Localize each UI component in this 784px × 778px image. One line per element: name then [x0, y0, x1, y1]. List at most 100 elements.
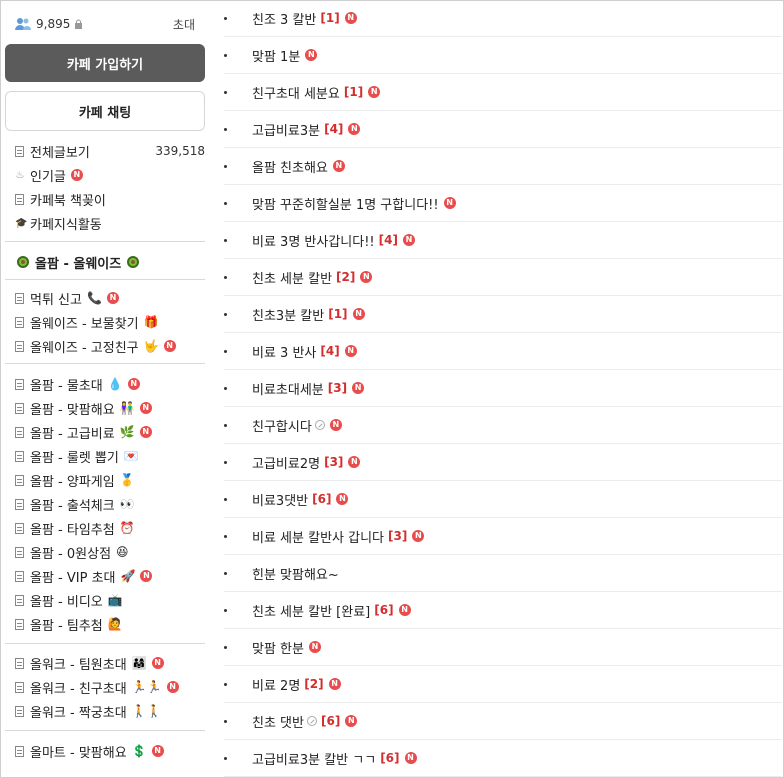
post-title-link[interactable]: 비료 세분 칼반사 갑니다	[252, 527, 384, 546]
sidebar-board-item[interactable]: 올팜 - 맞팜해요 👫 N	[15, 396, 205, 420]
board-emoji-icon: 😆	[116, 545, 129, 559]
post-title-link[interactable]: 맞팜 1분	[252, 46, 300, 65]
reply-count[interactable]: [6]	[374, 603, 393, 617]
sidebar-board-item[interactable]: 올워크 - 짝궁초대 🚶🚶	[15, 699, 205, 723]
board-icon	[15, 522, 24, 534]
reply-count[interactable]: [6]	[380, 751, 399, 765]
sidebar-board-item[interactable]: 올팜 - 양파게임 🥇	[15, 468, 205, 492]
board-icon	[15, 594, 24, 606]
reply-count[interactable]: [4]	[324, 122, 343, 136]
new-badge: N	[308, 641, 321, 653]
post-title-link[interactable]: 올팜 친초해요	[252, 157, 328, 176]
new-badge: N	[404, 752, 417, 764]
post-title-link[interactable]: 힌분 맞팜해요~	[252, 564, 339, 583]
new-badge: N	[151, 745, 164, 757]
post-title-link[interactable]: 고급비료3분 칼반 ㄱㄱ	[252, 749, 376, 768]
divider	[5, 643, 205, 644]
reply-count[interactable]: [3]	[388, 529, 407, 543]
post-title-link[interactable]: 친초 댓반	[252, 712, 304, 731]
post-title-link[interactable]: 친구합시다	[252, 416, 312, 435]
post-row: 고급비료3분 [4] N	[224, 111, 782, 148]
board-label: 올마트 - 맞팜해요	[30, 745, 127, 761]
sidebar-board-item[interactable]: 올팜 - 팀추첨 🙋	[15, 612, 205, 636]
sidebar-board-item[interactable]: 올팜 - 타임추첨 ⏰	[15, 516, 205, 540]
post-title-link[interactable]: 비료3댓반	[252, 490, 308, 509]
bullet	[224, 534, 227, 538]
cafe-chat-button[interactable]: 카페 채팅	[5, 91, 205, 131]
post-title-link[interactable]: 비료 3 반사	[252, 342, 316, 361]
post-title-link[interactable]: 고급비료2명	[252, 453, 320, 472]
post-title-link[interactable]: 친초 세분 칼반 [완료]	[252, 601, 370, 620]
post-title-link[interactable]: 친초 세분 칼반	[252, 268, 332, 287]
board-icon	[15, 618, 24, 630]
new-badge: N	[360, 271, 373, 283]
sidebar-board-item[interactable]: 먹튀 신고 📞 N	[15, 286, 205, 310]
menu-item-popular[interactable]: ♨ 인기글 N	[15, 163, 205, 187]
sidebar-board-item[interactable]: 올팜 - 고급비료 🌿 N	[15, 420, 205, 444]
post-title-link[interactable]: 친초3분 칼반	[252, 305, 324, 324]
reply-count[interactable]: [6]	[312, 492, 331, 506]
invite-link[interactable]: 초대	[173, 16, 195, 33]
reply-count[interactable]: [2]	[336, 270, 355, 284]
new-badge: N	[151, 657, 164, 669]
board-emoji-icon: ⏰	[119, 521, 135, 535]
reply-count[interactable]: [4]	[379, 233, 398, 247]
divider	[5, 241, 205, 242]
reply-count[interactable]: [4]	[320, 344, 339, 358]
menu-item-all-posts[interactable]: 전체글보기 339,518	[15, 139, 205, 163]
menu-item-bookshelf[interactable]: 카페북 책꽂이	[15, 187, 205, 211]
sidebar-board-item[interactable]: 올워크 - 팀원초대 👨‍👩‍👧 N	[15, 651, 205, 675]
post-title-link[interactable]: 맞팜 꾸준히할실분 1명 구합니다!!	[252, 194, 439, 213]
reply-count[interactable]: [1]	[320, 11, 339, 25]
bullet	[224, 201, 227, 205]
menu-item-knowledge[interactable]: 🎓 카페지식활동	[15, 211, 205, 235]
post-title-link[interactable]: 친조 3 칼반	[252, 9, 316, 28]
new-badge: N	[352, 382, 365, 394]
reply-count[interactable]: [2]	[304, 677, 323, 691]
board-label: 올팜 - 0원상점	[30, 546, 112, 562]
post-title-link[interactable]: 친구초대 세분요	[252, 83, 340, 102]
reply-count[interactable]: [1]	[328, 307, 347, 321]
bullet	[224, 312, 227, 316]
sidebar-board-item[interactable]: 올팜 - 출석체크 👀	[15, 492, 205, 516]
member-info: 9,895 초대	[15, 14, 195, 34]
board-label: 올팜 - 양파게임	[30, 474, 115, 490]
post-row: 비료3댓반 [6] N	[224, 481, 782, 518]
bullet	[224, 238, 227, 242]
post-row: 친구합시다 N	[224, 407, 782, 444]
menu-item-label: 카페북 책꽂이	[30, 193, 106, 209]
sidebar-board-item[interactable]: 올워크 - 친구초대 🏃🏃 N	[15, 675, 205, 699]
bullet	[224, 682, 227, 686]
sidebar-board-item[interactable]: 올웨이즈 - 고정친구 🤟 N	[15, 334, 205, 358]
sidebar-board-item[interactable]: 올웨이즈 - 보물찾기 🎁	[15, 310, 205, 334]
sidebar-board-item[interactable]: 올팜 - 0원상점 😆	[15, 540, 205, 564]
post-row: 고급비료3분 칼반 ㄱㄱ [6] N	[224, 740, 782, 777]
join-cafe-button[interactable]: 카페 가입하기	[5, 44, 205, 82]
attachment-icon	[314, 420, 325, 430]
post-row: 친초 댓반 [6] N	[224, 703, 782, 740]
reply-count[interactable]: [3]	[324, 455, 343, 469]
post-title-link[interactable]: 맞팜 한분	[252, 638, 304, 657]
board-icon	[15, 745, 24, 757]
sidebar-board-item[interactable]: 올마트 - 맞팜해요 💲 N	[15, 739, 205, 763]
post-title-link[interactable]: 비료초대세분	[252, 379, 324, 398]
board-label: 올워크 - 친구초대	[30, 681, 127, 697]
board-label: 올팜 - 맞팜해요	[30, 402, 115, 418]
reply-count[interactable]: [3]	[328, 381, 347, 395]
reply-count[interactable]: [1]	[344, 85, 363, 99]
new-badge: N	[336, 493, 349, 505]
sidebar-board-item[interactable]: 올팜 - 비디오 📺	[15, 588, 205, 612]
sidebar-board-item[interactable]: 올팜 - VIP 초대 🚀 N	[15, 564, 205, 588]
post-title-link[interactable]: 비료 3명 반사갑니다!!	[252, 231, 375, 250]
board-icon	[15, 570, 24, 582]
reply-count[interactable]: [6]	[321, 714, 340, 728]
post-list: 친조 3 칼반 [1] N 맞팜 1분 N 친구초대 세분요 [1] N 고급비료3분 [4] N 올…	[224, 0, 782, 777]
member-count[interactable]: 9,895	[36, 17, 70, 31]
post-title-link[interactable]: 고급비료3분	[252, 120, 320, 139]
menu-item-label: 전체글보기	[30, 145, 90, 161]
post-title-link[interactable]: 비료 2명	[252, 675, 300, 694]
sidebar-board-item[interactable]: 올팜 - 룰렛 뽑기 💌	[15, 444, 205, 468]
post-row: 친초 세분 칼반 [완료] [6] N	[224, 592, 782, 629]
sidebar-board-item[interactable]: 올팜 - 물초대 💧 N	[15, 372, 205, 396]
board-emoji-icon: 🚀	[120, 569, 136, 583]
